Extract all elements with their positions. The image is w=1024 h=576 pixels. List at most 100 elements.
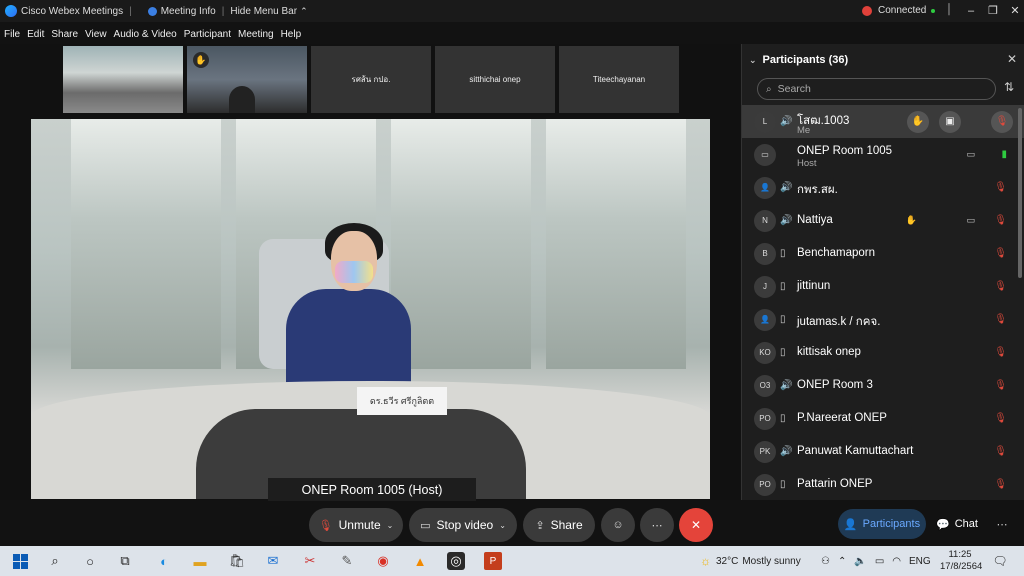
network-icon[interactable]: ◠ bbox=[892, 556, 901, 567]
paint-icon[interactable]: ✎ bbox=[338, 552, 356, 570]
thumbnail-participant[interactable]: รศส้น กปอ. bbox=[311, 46, 431, 113]
participant-row[interactable]: J ▯ jittinun 🎙 bbox=[742, 270, 1024, 303]
participants-header[interactable]: ⌄ Participants (36) ✕ bbox=[742, 44, 1024, 76]
thumbnail-participant[interactable]: Titeechayanan bbox=[559, 46, 679, 113]
mail-icon[interactable]: ✉ bbox=[264, 552, 282, 570]
participant-row[interactable]: PO ▯ P.Nareerat ONEP 🎙 bbox=[742, 402, 1024, 435]
participant-search-input[interactable]: ⌕ Search bbox=[757, 78, 996, 100]
participants-tab[interactable]: 👤 Participants bbox=[838, 509, 926, 539]
mic-muted-icon[interactable]: 🎙 bbox=[994, 380, 1007, 391]
participant-row[interactable]: O3 🔊 ONEP Room 3 🎙 bbox=[742, 369, 1024, 402]
people-icon[interactable]: ⚇ bbox=[821, 556, 830, 567]
chat-tab-label: Chat bbox=[954, 518, 978, 530]
menu-view[interactable]: View bbox=[85, 29, 107, 40]
restore-icon[interactable]: ❐ bbox=[982, 4, 1004, 17]
mic-muted-icon[interactable]: 🎙 bbox=[994, 446, 1007, 457]
participant-row[interactable]: L 🔊 โสฒ.1003 Me ✋ ▣ 🎙 bbox=[742, 105, 1024, 138]
thumbnail-participant[interactable]: sitthichai onep bbox=[435, 46, 555, 113]
leave-meeting-button[interactable]: ✕ bbox=[679, 508, 713, 542]
menu-participant[interactable]: Participant bbox=[184, 29, 231, 40]
raise-hand-button[interactable]: ✋ bbox=[907, 110, 929, 133]
mic-muted-icon[interactable]: 🎙 bbox=[994, 215, 1007, 226]
thumbnail-participant-video[interactable]: ✋ bbox=[187, 46, 307, 113]
mic-muted-icon[interactable]: 🎙 bbox=[994, 248, 1007, 259]
chevron-down-icon[interactable]: ⌄ bbox=[749, 55, 757, 66]
mute-toggle-button[interactable]: 🎙 bbox=[991, 110, 1013, 133]
store-icon[interactable]: 🛍 bbox=[228, 552, 246, 570]
stop-video-button[interactable]: ▭ Stop video ⌄ bbox=[409, 508, 517, 542]
more-icon: ⋯ bbox=[651, 519, 663, 532]
menu-meeting[interactable]: Meeting bbox=[238, 29, 274, 40]
mic-muted-icon[interactable]: 🎙 bbox=[994, 281, 1007, 292]
hide-menu-bar-button[interactable]: Hide Menu Bar ⌃ bbox=[230, 6, 307, 17]
volume-icon[interactable]: 🔈 bbox=[854, 556, 866, 567]
participant-row[interactable]: PK 🔊 Panuwat Kamuttachart 🎙 bbox=[742, 435, 1024, 468]
participant-avatar: J bbox=[754, 275, 776, 298]
participant-row[interactable]: ▭ ONEP Room 1005 Host ▭ ▮ bbox=[742, 138, 1024, 171]
weather-widget[interactable]: ☼ 32°C Mostly sunny bbox=[700, 546, 801, 576]
panel-scrollbar[interactable] bbox=[1018, 108, 1022, 278]
chevron-down-icon[interactable]: ⌄ bbox=[499, 521, 506, 530]
powerpoint-icon[interactable]: P bbox=[484, 552, 502, 570]
participant-row[interactable]: KO ▯ kittisak onep 🎙 bbox=[742, 336, 1024, 369]
menu-file[interactable]: File bbox=[4, 29, 20, 40]
close-panel-icon[interactable]: ✕ bbox=[1007, 52, 1017, 66]
video-camera-icon: ▭ bbox=[966, 149, 975, 159]
minimize-icon[interactable]: – bbox=[960, 5, 982, 17]
participants-title: Participants (36) bbox=[762, 54, 849, 66]
menu-help[interactable]: Help bbox=[281, 29, 302, 40]
clock[interactable]: 11:25 17/8/2564 bbox=[940, 549, 982, 573]
thumbnail-conference-room[interactable] bbox=[63, 46, 183, 113]
chevron-down-icon[interactable]: ⌄ bbox=[387, 521, 394, 530]
snip-icon[interactable]: ✂ bbox=[301, 552, 319, 570]
chrome-icon[interactable]: ◉ bbox=[374, 552, 392, 570]
windows-start-icon[interactable] bbox=[11, 552, 29, 570]
menu-audio-video[interactable]: Audio & Video bbox=[114, 29, 177, 40]
chat-tab[interactable]: 💬 Chat bbox=[930, 509, 984, 539]
vlc-icon[interactable]: ▲ bbox=[411, 552, 429, 570]
participant-avatar: 👤 bbox=[754, 176, 776, 199]
notifications-icon[interactable]: 🗨 bbox=[991, 552, 1009, 570]
mic-muted-icon[interactable]: 🎙 bbox=[994, 479, 1007, 490]
edge-browser-icon[interactable]: ◐ bbox=[155, 552, 173, 570]
chevron-up-icon[interactable]: ⌃ bbox=[838, 556, 846, 567]
webex-taskbar-icon[interactable]: ◎ bbox=[447, 552, 465, 570]
mic-muted-icon[interactable]: 🎙 bbox=[994, 182, 1007, 193]
search-icon[interactable]: ⌕ bbox=[46, 552, 64, 570]
participant-name: Pattarin ONEP bbox=[797, 478, 873, 490]
connection-label: Connected bbox=[878, 5, 927, 16]
participant-row[interactable]: 👤 🔊 กพร.สผ. 🎙 bbox=[742, 171, 1024, 204]
meeting-info-button[interactable]: Meeting Info bbox=[138, 6, 216, 17]
share-button[interactable]: ⇪ Share bbox=[523, 508, 595, 542]
audio-connection-icon: ▯ bbox=[780, 347, 786, 358]
participant-name: Panuwat Kamuttachart bbox=[797, 445, 914, 457]
participant-row[interactable]: 👤 ▯ jutamas.k / กคจ. 🎙 bbox=[742, 303, 1024, 336]
close-window-icon[interactable]: ✕ bbox=[1004, 4, 1024, 17]
file-explorer-icon[interactable]: ▬ bbox=[191, 552, 209, 570]
mic-muted-icon[interactable]: 🎙 bbox=[994, 347, 1007, 358]
sort-icon[interactable]: ⇅ bbox=[1004, 80, 1014, 94]
pin-icon[interactable]: ⏐ bbox=[938, 4, 960, 17]
people-icon: 👤 bbox=[843, 518, 858, 531]
menu-edit[interactable]: Edit bbox=[27, 29, 44, 40]
participant-row[interactable]: PO ▯ Pattarin ONEP 🎙 bbox=[742, 468, 1024, 501]
participant-avatar: N bbox=[754, 209, 776, 232]
reactions-button[interactable]: ☺ bbox=[601, 508, 635, 542]
mic-muted-icon[interactable]: 🎙 bbox=[994, 413, 1007, 424]
participant-avatar: PK bbox=[754, 440, 776, 463]
task-view-icon[interactable]: ⧉ bbox=[116, 552, 134, 570]
active-speaker-video[interactable]: ดร.ธวีร ศรีกูลิตต bbox=[31, 119, 710, 499]
cortana-icon[interactable]: ○ bbox=[81, 552, 99, 570]
panel-more-button[interactable]: ⋯ bbox=[988, 509, 1016, 539]
caption-button[interactable]: ▣ bbox=[939, 110, 961, 133]
menu-share[interactable]: Share bbox=[51, 29, 78, 40]
mic-muted-icon[interactable]: 🎙 bbox=[994, 314, 1007, 325]
search-placeholder: Search bbox=[777, 83, 811, 95]
more-options-button[interactable]: ⋯ bbox=[640, 508, 674, 542]
unmute-button[interactable]: 🎙 Unmute ⌄ bbox=[309, 508, 403, 542]
display-icon[interactable]: ▭ bbox=[875, 556, 884, 567]
participant-row[interactable]: B ▯ Benchamaporn 🎙 bbox=[742, 237, 1024, 270]
language-indicator[interactable]: ENG bbox=[909, 556, 931, 567]
participant-row[interactable]: N 🔊 Nattiya ✋ ▭ 🎙 bbox=[742, 204, 1024, 237]
mic-on-icon[interactable]: ▮ bbox=[1001, 149, 1007, 160]
